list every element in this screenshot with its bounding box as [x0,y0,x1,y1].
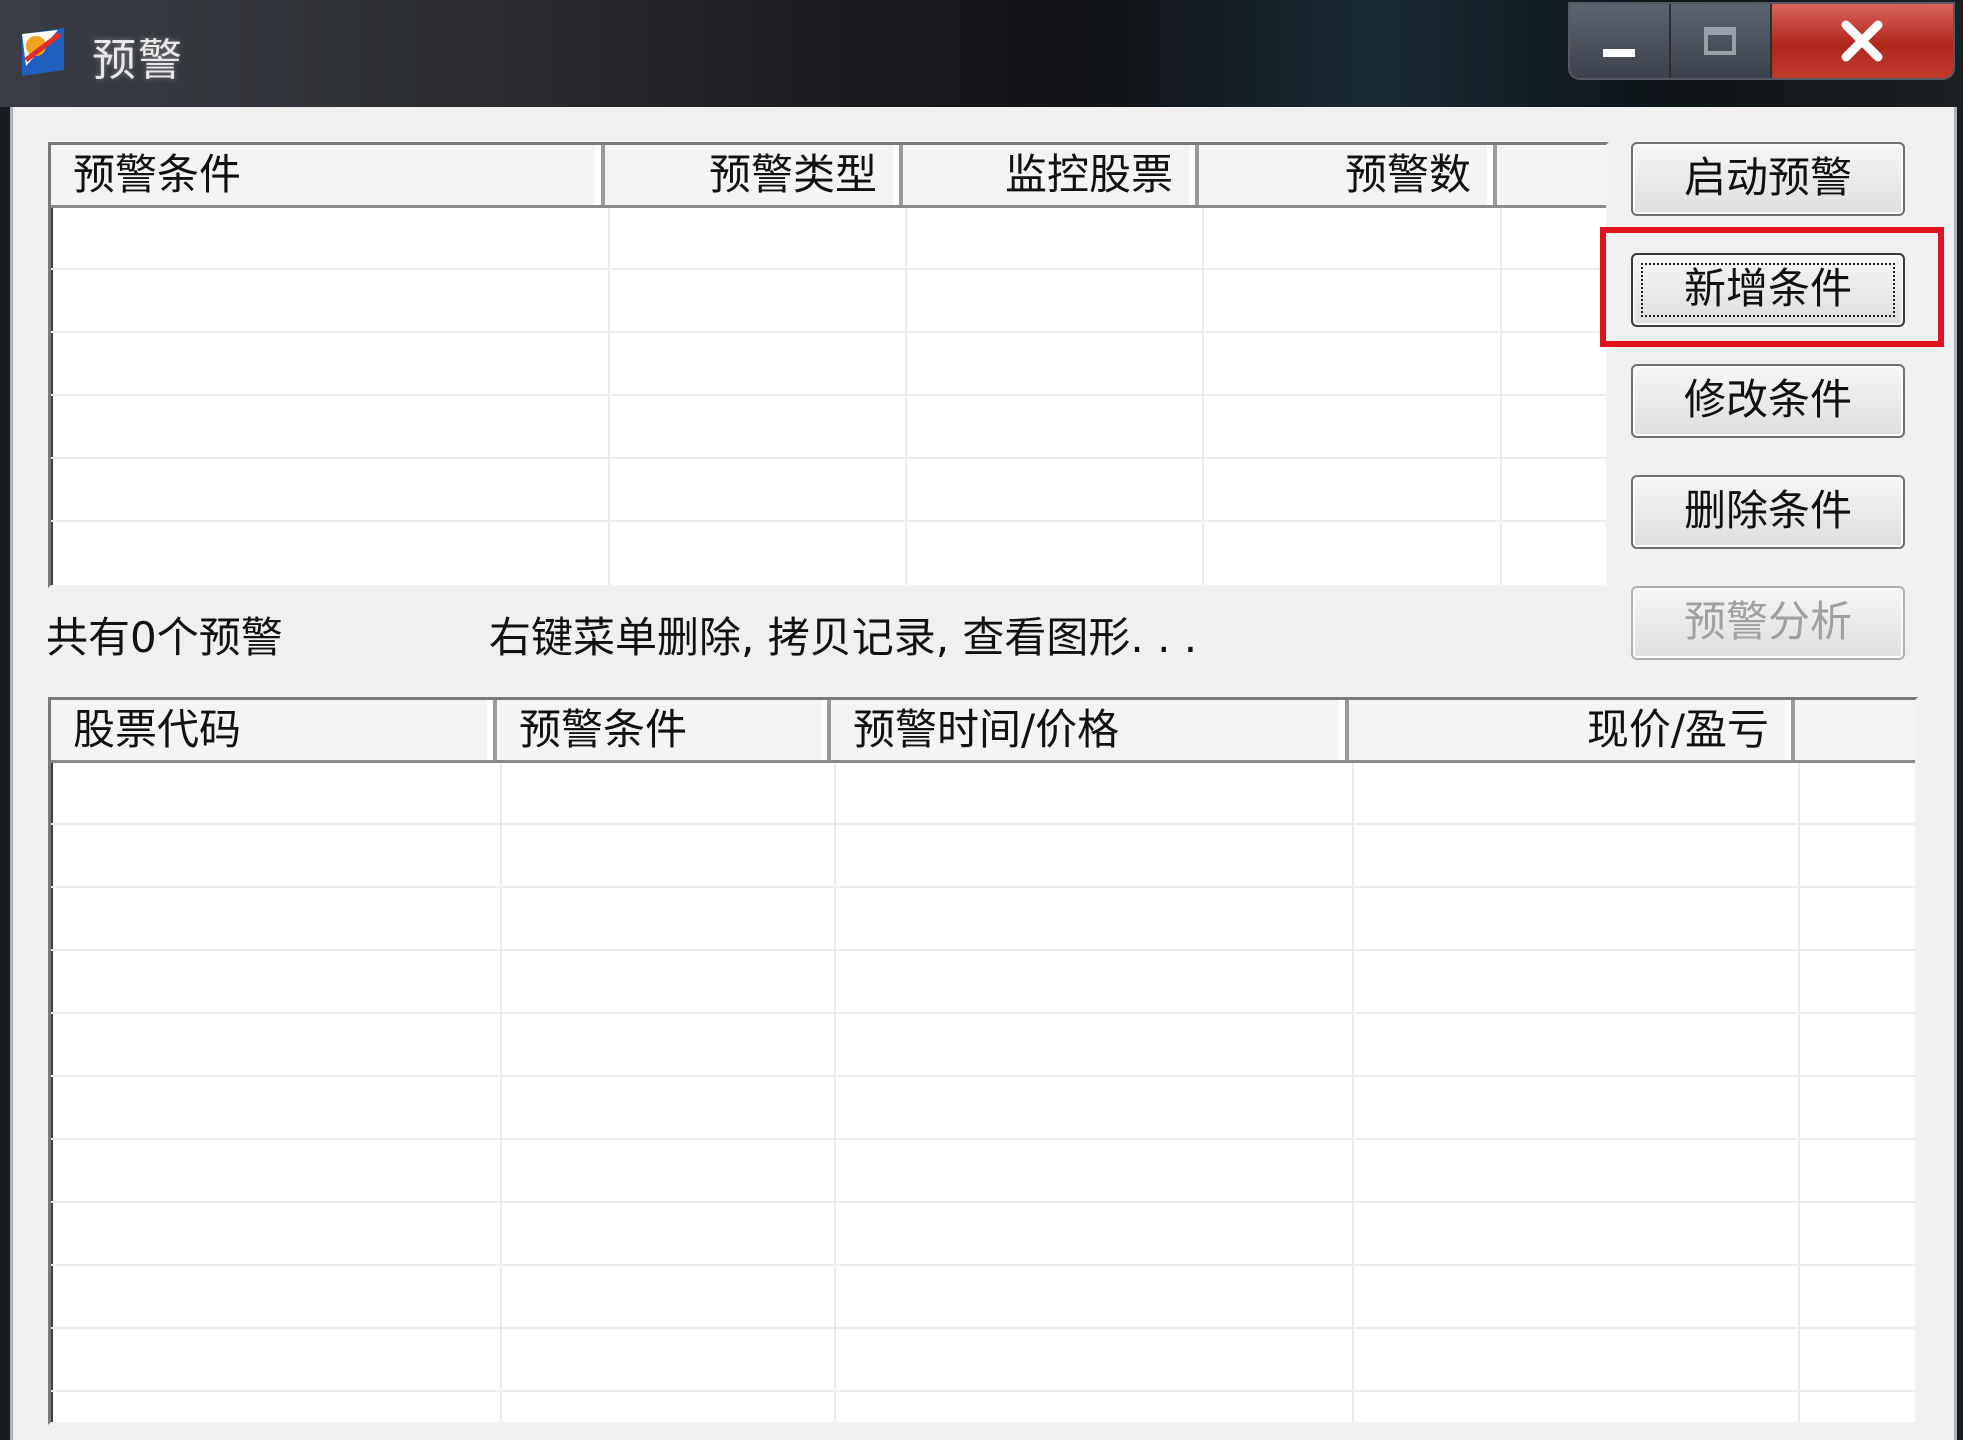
column-header-stock-code[interactable]: 股票代码 [51,700,497,760]
alert-record-list[interactable]: 股票代码 预警条件 预警时间/价格 现价/盈亏 [48,697,1918,1425]
column-header-filler [1497,145,1606,205]
column-header-alert-time-price[interactable]: 预警时间/价格 [831,700,1349,760]
record-list-rows [51,763,1915,1422]
close-icon [1841,20,1883,62]
title-bar[interactable]: 预警 [0,0,1963,107]
column-header-filler [1795,700,1915,760]
column-header-price-profit[interactable]: 现价/盈亏 [1349,700,1795,760]
add-condition-button[interactable]: 新增条件 [1631,253,1905,327]
column-header-monitored-stock[interactable]: 监控股票 [903,145,1199,205]
start-alert-button[interactable]: 启动预警 [1631,142,1905,216]
column-header-alert-condition[interactable]: 预警条件 [497,700,831,760]
close-button[interactable] [1771,4,1953,78]
minimize-button[interactable] [1570,4,1671,78]
minimize-icon [1603,49,1636,57]
context-menu-hint: 右键菜单删除, 拷贝记录, 查看图形. . . [489,613,1198,662]
column-header-alert-count[interactable]: 预警数 [1199,145,1497,205]
column-header-alert-condition[interactable]: 预警条件 [51,145,605,205]
record-list-header: 股票代码 预警条件 预警时间/价格 现价/盈亏 [51,700,1915,763]
maximize-button[interactable] [1670,4,1772,78]
maximize-icon [1704,27,1737,55]
column-header-alert-type[interactable]: 预警类型 [605,145,903,205]
window-title: 预警 [92,35,184,86]
modify-condition-button[interactable]: 修改条件 [1631,364,1905,438]
alert-list-rows [51,208,1606,585]
delete-condition-button[interactable]: 删除条件 [1631,475,1905,549]
alert-count-text: 共有0个预警 [46,613,283,662]
app-logo-icon [20,26,68,78]
alert-condition-list[interactable]: 预警条件 预警类型 监控股票 预警数 [48,142,1609,588]
window-controls [1568,2,1955,80]
dialog-body: 预警条件 预警类型 监控股票 预警数 启动预警 新增条件 修改条件 删除条件 预… [10,107,1957,1440]
alert-analysis-button[interactable]: 预警分析 [1631,586,1905,660]
focus-rectangle [1641,263,1895,317]
alert-list-header: 预警条件 预警类型 监控股票 预警数 [51,145,1606,208]
